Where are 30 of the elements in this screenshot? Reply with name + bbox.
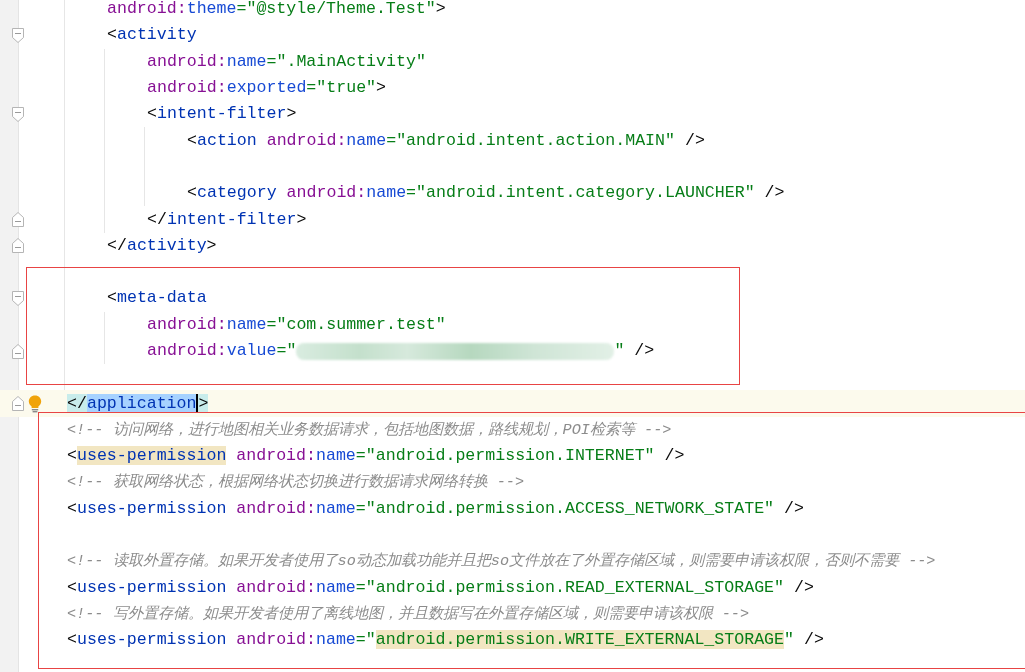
fold-end-icon[interactable] bbox=[12, 343, 24, 359]
code-line: <uses-permission android:name="android.permission.WRITE_EXTERNAL_STORAGE" /> bbox=[67, 629, 824, 652]
code-line: <intent-filter> bbox=[147, 103, 297, 126]
code-line: android:name=".MainActivity" bbox=[147, 50, 426, 73]
fold-open-icon[interactable] bbox=[12, 290, 24, 306]
code-comment: <!-- 访问网络，进行地图相关业务数据请求，包括地图数据，路线规划，POI检索等 --> bbox=[67, 419, 672, 441]
code-line: android:exported="true"> bbox=[147, 77, 387, 100]
code-line: </intent-filter> bbox=[147, 208, 307, 231]
fold-end-icon[interactable] bbox=[12, 212, 24, 227]
code-line: android:theme="@style/Theme.Test"> bbox=[107, 0, 446, 21]
fold-end-icon[interactable] bbox=[12, 396, 24, 412]
fold-open-icon[interactable] bbox=[12, 106, 24, 122]
code-line: <category android:name="android.intent.category.LAUNCHER" /> bbox=[187, 182, 785, 205]
code-line: </activity> bbox=[107, 234, 217, 257]
fold-open-icon[interactable] bbox=[12, 27, 24, 43]
code-line: <activity bbox=[107, 24, 197, 47]
fold-end-icon[interactable] bbox=[12, 238, 24, 254]
code-line: <uses-permission android:name="android.permission.INTERNET" /> bbox=[67, 445, 685, 468]
code-line: <uses-permission android:name="android.permission.READ_EXTERNAL_STORAGE" /> bbox=[67, 576, 814, 599]
code-line: <meta-data bbox=[107, 287, 207, 310]
code-comment: <!-- 读取外置存储。如果开发者使用了so动态加载功能并且把so文件放在了外置存储区域，则需要申请该权限，否则不需要 --> bbox=[67, 551, 936, 573]
code-comment: <!-- 写外置存储。如果开发者使用了离线地图，并且数据写在外置存储区域，则需要申请该权限 --> bbox=[67, 603, 750, 625]
code-line: </application> bbox=[67, 392, 209, 415]
code-comment: <!-- 获取网络状态，根据网络状态切换进行数据请求网络转换 --> bbox=[67, 472, 525, 494]
lightbulb-icon[interactable] bbox=[28, 394, 42, 413]
code-line: <uses-permission android:name="android.permission.ACCESS_NETWORK_STATE" /> bbox=[67, 497, 804, 520]
code-line: " /> bbox=[614, 340, 655, 362]
code-line: <action android:name="android.intent.action.MAIN" /> bbox=[187, 129, 705, 152]
code-line: android:value=" bbox=[147, 340, 297, 362]
code-line: android:name="com.summer.test" bbox=[147, 313, 446, 336]
